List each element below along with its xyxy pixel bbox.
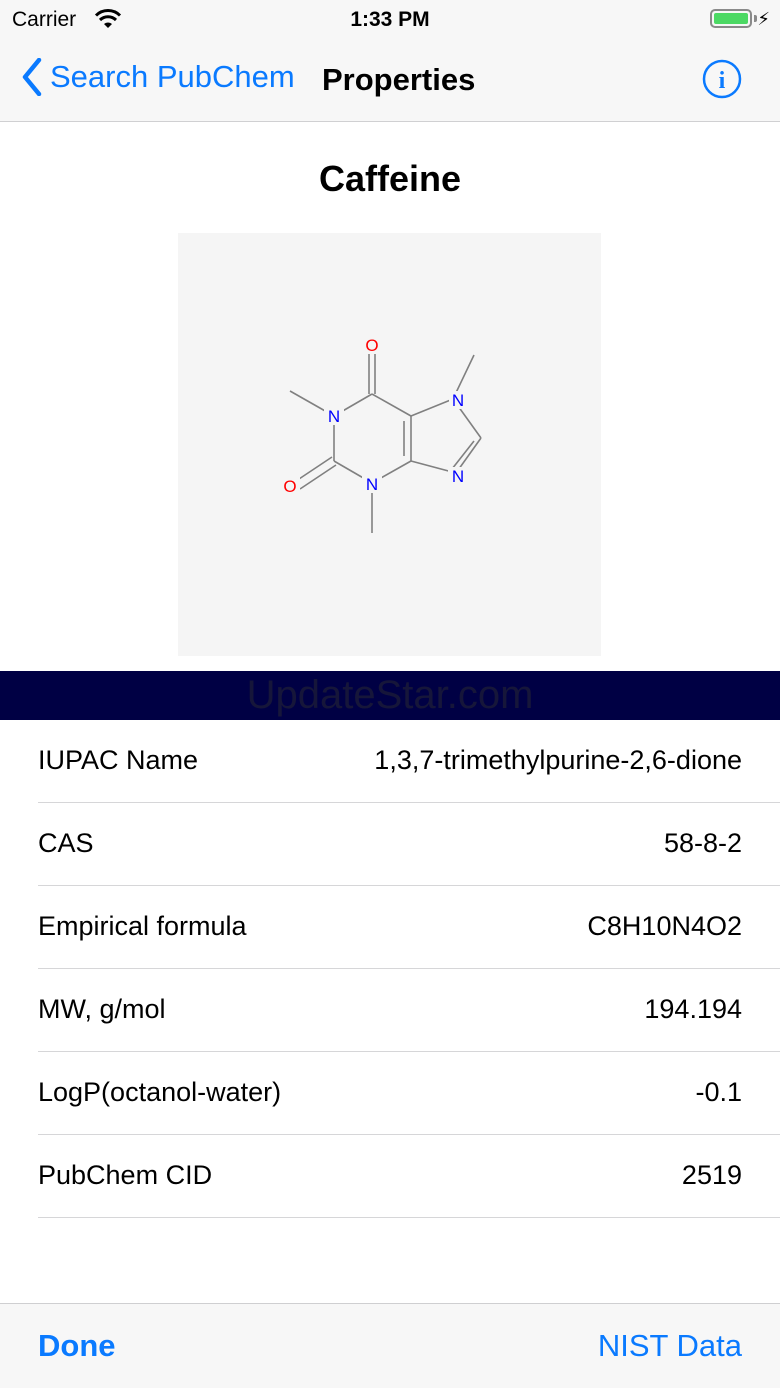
property-value: 1,3,7-trimethylpurine-2,6-dione [374, 745, 742, 775]
property-value: 2519 [681, 1160, 742, 1190]
property-label: IUPAC Name [38, 745, 199, 775]
atom-n-label: N [366, 475, 378, 494]
navigation-bar: Search PubChem Properties i [0, 40, 780, 122]
page-title: Properties [322, 62, 476, 97]
properties-table: IUPAC Name 1,3,7-trimethylpurine-2,6-dio… [0, 720, 780, 1218]
property-label: CAS [38, 828, 94, 858]
nist-data-button[interactable]: NIST Data [598, 1328, 742, 1364]
watermark-banner: UpdateStar.com [0, 671, 780, 720]
battery-fill [714, 13, 748, 24]
battery-icon [710, 9, 752, 28]
status-bar: Carrier 1:33 PM ⚡ [0, 0, 780, 40]
property-row-logp: LogP(octanol-water) -0.1 [0, 1052, 780, 1135]
done-button[interactable]: Done [38, 1328, 116, 1364]
status-time: 1:33 PM [350, 8, 430, 31]
atom-o-label: O [283, 477, 296, 496]
chevron-left-icon [22, 58, 42, 96]
property-value: C8H10N4O2 [587, 911, 742, 941]
compound-name: Caffeine [318, 158, 462, 199]
property-label: PubChem CID [38, 1160, 213, 1190]
watermark-text: UpdateStar.com [246, 673, 534, 717]
svg-text:i: i [719, 68, 726, 94]
property-value: 58-8-2 [663, 828, 742, 858]
property-row-molecular-weight: MW, g/mol 194.194 [0, 969, 780, 1052]
property-value: 194.194 [644, 994, 742, 1024]
caffeine-structure: O O N N N N [280, 336, 482, 533]
bottom-toolbar: Done NIST Data [0, 1303, 780, 1388]
property-row-empirical-formula: Empirical formula C8H10N4O2 [0, 886, 780, 969]
atom-o-label: O [365, 336, 378, 355]
property-label: Empirical formula [38, 911, 247, 941]
atom-n-label: N [452, 467, 464, 486]
property-value: -0.1 [695, 1077, 742, 1107]
atom-n-label: N [328, 407, 340, 426]
molecule-structure-image: O O N N N N [178, 233, 601, 656]
property-row-pubchem-cid: PubChem CID 2519 [0, 1135, 780, 1218]
property-row-cas: CAS 58-8-2 [0, 803, 780, 886]
bolt-icon: ⚡ [757, 9, 770, 29]
property-label: MW, g/mol [38, 994, 166, 1024]
property-row-iupac-name: IUPAC Name 1,3,7-trimethylpurine-2,6-dio… [0, 720, 780, 803]
property-label: LogP(octanol-water) [38, 1077, 282, 1107]
info-icon[interactable]: i [702, 59, 742, 99]
back-button[interactable]: Search PubChem [22, 58, 295, 96]
atom-n-label: N [452, 391, 464, 410]
back-button-label: Search PubChem [50, 59, 295, 94]
row-separator [38, 1217, 780, 1218]
